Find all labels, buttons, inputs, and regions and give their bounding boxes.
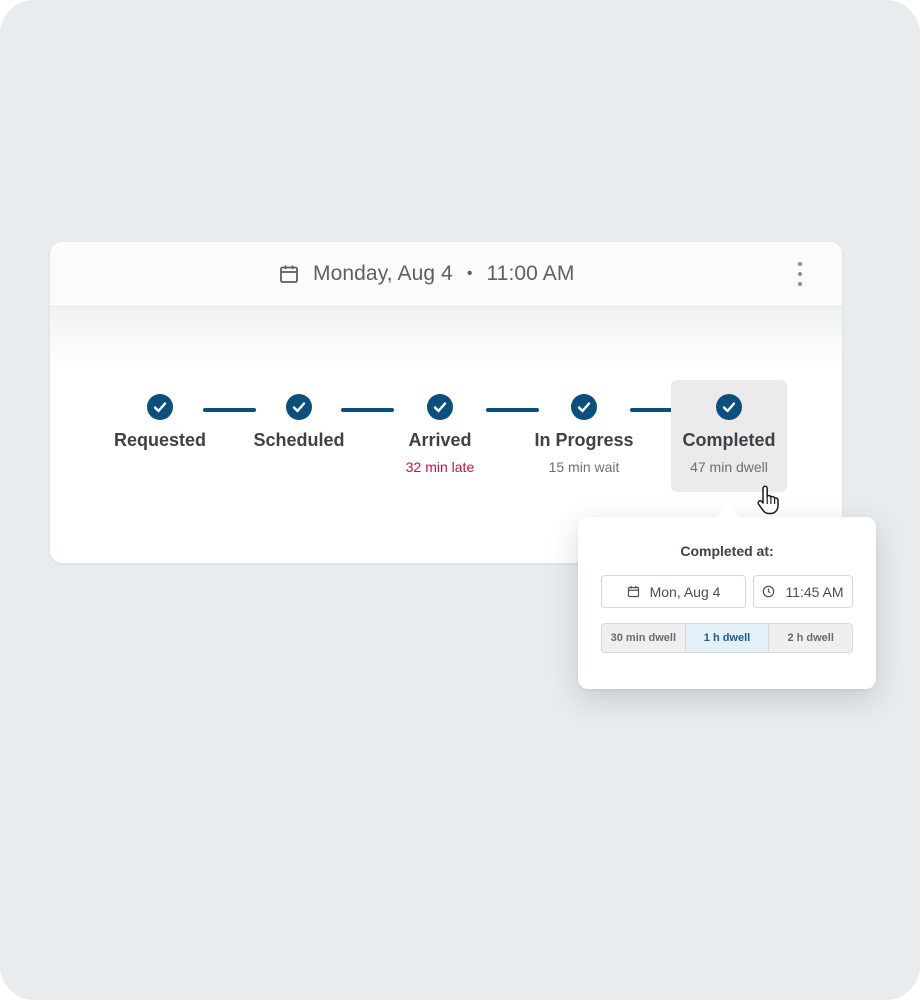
header-time: 11:00 AM [486, 262, 575, 285]
step-label: In Progress [534, 430, 634, 450]
dwell-option-2-h[interactable]: 2 h dwell [768, 624, 852, 652]
step-arrived[interactable]: Arrived 32 min late [382, 380, 498, 492]
dwell-option-30-min[interactable]: 30 min dwell [602, 624, 685, 652]
date-picker-field[interactable]: Mon, Aug 4 [601, 575, 746, 608]
popover-arrow [717, 505, 739, 517]
dwell-status: 47 min dwell [690, 459, 768, 475]
step-label: Completed [682, 430, 776, 450]
header-date: Monday, Aug 4 [313, 262, 453, 285]
header-shadow [50, 307, 842, 367]
dwell-option-1-h[interactable]: 1 h dwell [684, 624, 769, 652]
step-label: Scheduled [253, 430, 345, 450]
clock-icon [762, 585, 775, 598]
step-requested[interactable]: Requested [102, 380, 218, 492]
time-picker-field[interactable]: 11:45 AM [753, 575, 853, 608]
late-status: 32 min late [405, 459, 475, 475]
dwell-segmented-control: 30 min dwell 1 h dwell 2 h dwell [601, 623, 853, 653]
check-icon [427, 394, 453, 420]
canvas-background: Monday, Aug 4 • 11:00 AM Requested Sched… [0, 0, 920, 1000]
card-header: Monday, Aug 4 • 11:00 AM [50, 242, 842, 307]
step-in-progress[interactable]: In Progress 15 min wait [526, 380, 642, 492]
step-label: Arrived [408, 430, 472, 450]
date-value: Mon, Aug 4 [649, 583, 721, 600]
wait-status: 15 min wait [548, 459, 620, 475]
step-label: Requested [113, 430, 207, 450]
calendar-icon [627, 585, 640, 598]
check-icon [147, 394, 173, 420]
completed-at-popover: Completed at: Mon, Aug 4 11:45 AM 30 min… [578, 505, 876, 689]
check-icon [286, 394, 312, 420]
calendar-icon [278, 263, 300, 285]
header-separator: • [466, 265, 473, 282]
check-icon [571, 394, 597, 420]
time-value: 11:45 AM [785, 583, 844, 600]
header-datetime: Monday, Aug 4 • 11:00 AM [278, 242, 618, 306]
check-icon [716, 394, 742, 420]
step-scheduled[interactable]: Scheduled [241, 380, 357, 492]
step-completed[interactable]: Completed 47 min dwell [671, 380, 787, 492]
more-vertical-icon[interactable] [790, 262, 810, 286]
popover-title: Completed at: [680, 543, 774, 559]
pointer-hand-icon [755, 485, 781, 515]
